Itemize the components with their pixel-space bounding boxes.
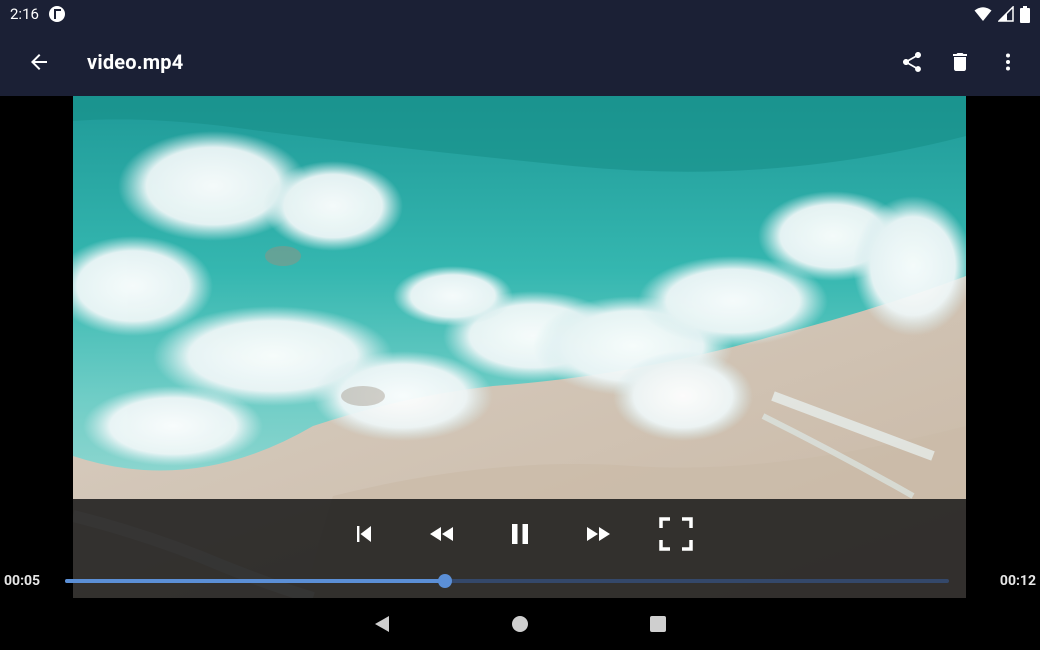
arrow-back-icon [31, 54, 47, 70]
rewind-button[interactable] [403, 513, 481, 555]
pause-icon [511, 524, 528, 544]
video-player[interactable]: 00:05 00:12 [0, 96, 1040, 598]
status-icons [974, 5, 1030, 23]
nav-home-button[interactable] [492, 602, 548, 646]
more-options-button[interactable] [984, 38, 1032, 86]
app-bar: video.mp4 [0, 28, 1040, 96]
transport-controls [73, 513, 966, 555]
share-icon [903, 52, 921, 72]
player-controls [73, 499, 966, 598]
seek-bar[interactable] [65, 574, 949, 588]
current-time: 00:05 [4, 573, 41, 589]
page-title: video.mp4 [87, 50, 184, 74]
signal-icon [998, 6, 1014, 22]
skip-previous-icon [356, 526, 371, 542]
app-notification-icon [48, 6, 65, 22]
fullscreen-button[interactable] [637, 513, 715, 555]
nav-recents-button[interactable] [630, 602, 686, 646]
delete-icon [953, 53, 967, 71]
delete-button[interactable] [936, 38, 984, 86]
nav-home-icon [512, 616, 528, 632]
rewind-icon [429, 527, 453, 541]
app-bar-actions [888, 38, 1032, 86]
status-bar: 2:16 [0, 0, 1040, 28]
system-nav-bar [0, 598, 1040, 650]
share-button[interactable] [888, 38, 936, 86]
fast-forward-icon [586, 527, 610, 541]
more-vert-icon [1006, 53, 1010, 71]
seek-thumb[interactable] [438, 574, 453, 588]
seek-progress [65, 579, 446, 583]
battery-icon [1020, 5, 1030, 23]
fullscreen-icon [658, 517, 693, 551]
status-time: 2:16 [10, 5, 39, 23]
nav-back-icon [375, 616, 389, 632]
pause-button[interactable] [481, 513, 559, 555]
skip-previous-button[interactable] [325, 513, 403, 555]
nav-recents-icon [650, 616, 666, 632]
total-time: 00:12 [999, 573, 1036, 589]
wifi-icon [974, 7, 992, 21]
nav-back-button[interactable] [354, 602, 410, 646]
back-button[interactable] [11, 34, 67, 90]
fast-forward-button[interactable] [559, 513, 637, 555]
